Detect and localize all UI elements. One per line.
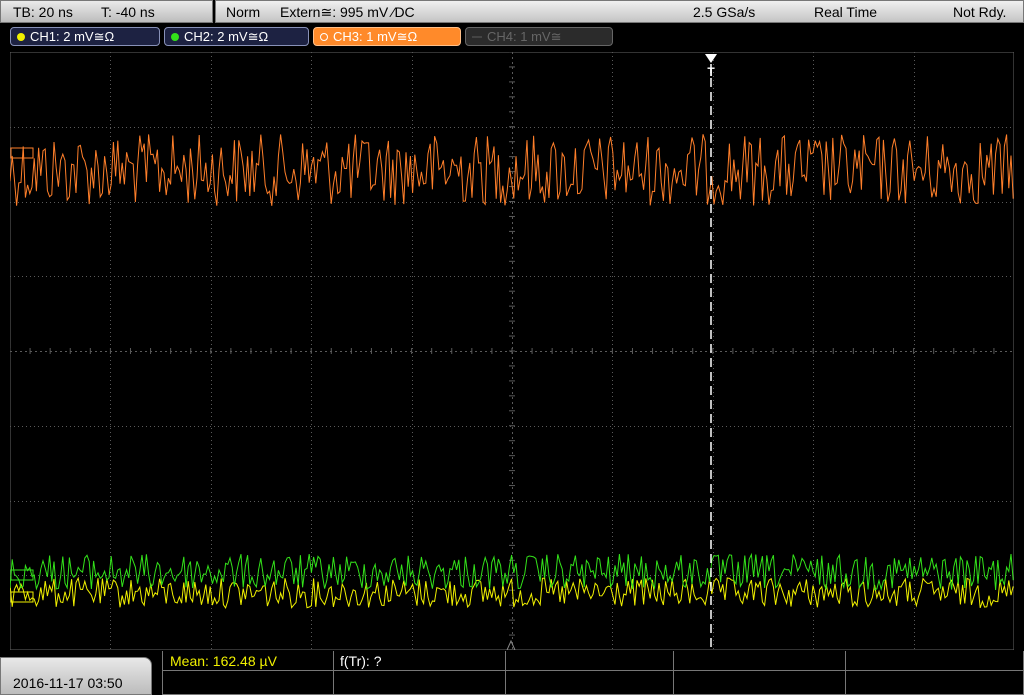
trigger-mode-label: Norm (226, 4, 261, 20)
trigger-source-label: Extern≅: 995 mV ⁄DC (280, 4, 415, 20)
datetime-tab[interactable]: 2016-11-17 03:50 (0, 657, 152, 695)
trigger-marker-text: T (707, 65, 715, 79)
channel-1-dot-icon (17, 33, 25, 41)
timebase-box[interactable]: TB: 20 ns T: -40 ns (0, 0, 213, 23)
timebase-label: TB: 20 ns (13, 4, 73, 20)
measurement-cell-9 (674, 671, 846, 695)
measurement-cell-7 (334, 671, 506, 695)
channel-bar: CH1: 2 mV≅Ω CH2: 2 mV≅Ω CH3: 1 mV≅Ω CH4:… (0, 24, 1024, 50)
measurement-cell-10 (846, 671, 1024, 695)
channel-2-tab[interactable]: CH2: 2 mV≅Ω (164, 27, 309, 46)
mean-measurement: Mean: 162.48 µV (170, 653, 277, 669)
channel-2-label: CH2: 2 mV≅Ω (184, 29, 269, 44)
acquisition-mode-label: Real Time (814, 4, 878, 20)
channel-2-dot-icon (171, 33, 179, 41)
measurement-cell-3 (506, 651, 674, 671)
trigger-box[interactable]: Norm Extern≅: 995 mV ⁄DC 2.5 GSa/s Real … (215, 0, 1024, 23)
channel-1-label: CH1: 2 mV≅Ω (30, 29, 115, 44)
channel-3-dot-icon (320, 33, 328, 41)
trigger-time-label: T: -40 ns (101, 4, 155, 20)
measurement-cell-5 (846, 651, 1024, 671)
waveform-canvas[interactable]: T (10, 52, 1014, 650)
waveform-display[interactable]: T (10, 52, 1014, 650)
sample-rate-label: 2.5 GSa/s (693, 4, 756, 20)
bottom-bar: 2016-11-17 03:50 Mean: 162.48 µV f(Tr): … (0, 651, 1024, 695)
channel-3-label: CH3: 1 mV≅Ω (333, 29, 418, 44)
channel-3-tab[interactable]: CH3: 1 mV≅Ω (313, 27, 461, 46)
measurement-cell-4 (674, 651, 846, 671)
channel-4-label: CH4: 1 mV≅ (487, 29, 562, 44)
status-label: Not Rdy. (953, 4, 1007, 20)
channel-4-tab[interactable]: CH4: 1 mV≅ (465, 27, 613, 46)
frequency-measurement: f(Tr): ? (340, 653, 382, 669)
channel-1-tab[interactable]: CH1: 2 mV≅Ω (10, 27, 160, 46)
measurement-panel[interactable]: Mean: 162.48 µV f(Tr): ? (162, 651, 1024, 695)
measurement-cell-8 (506, 671, 674, 695)
channel-4-off-icon (472, 36, 482, 38)
status-bar: TB: 20 ns T: -40 ns Norm Extern≅: 995 mV… (0, 0, 1024, 24)
datetime-label: 2016-11-17 03:50 (13, 675, 123, 691)
measurement-cell-6 (162, 671, 334, 695)
